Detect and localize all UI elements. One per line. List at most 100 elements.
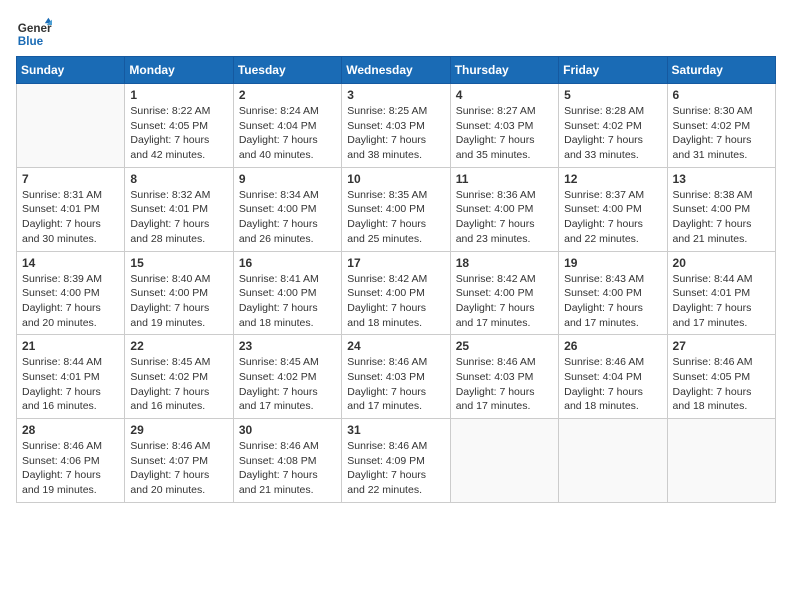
day-info: Sunrise: 8:28 AM Sunset: 4:02 PM Dayligh… xyxy=(564,104,661,163)
day-info: Sunrise: 8:37 AM Sunset: 4:00 PM Dayligh… xyxy=(564,188,661,247)
day-info: Sunrise: 8:43 AM Sunset: 4:00 PM Dayligh… xyxy=(564,272,661,331)
calendar-cell: 26Sunrise: 8:46 AM Sunset: 4:04 PM Dayli… xyxy=(559,335,667,419)
day-info: Sunrise: 8:42 AM Sunset: 4:00 PM Dayligh… xyxy=(347,272,444,331)
day-number: 17 xyxy=(347,256,444,270)
calendar-cell: 28 Sunrise: 8:46 AM Sunset: 4:06 PM Dayli… xyxy=(17,419,125,503)
day-info: Sunrise: 8:44 AM Sunset: 4:01 PM Dayligh… xyxy=(673,272,770,331)
day-info: Sunrise: 8:45 AM Sunset: 4:02 PM Dayligh… xyxy=(239,355,336,414)
day-info: Sunrise: 8:34 AM Sunset: 4:00 PM Dayligh… xyxy=(239,188,336,247)
day-number: 12 xyxy=(564,172,661,186)
day-number: 31 xyxy=(347,423,444,437)
calendar-cell: 8 Sunrise: 8:32 AM Sunset: 4:01 PM Daylig… xyxy=(125,167,233,251)
calendar-week-row: 21 Sunrise: 8:44 AM Sunset: 4:01 PM Dayli… xyxy=(17,335,776,419)
day-number: 23 xyxy=(239,339,336,353)
day-number: 6 xyxy=(673,88,770,102)
day-number: 15 xyxy=(130,256,227,270)
day-number: 4 xyxy=(456,88,553,102)
calendar-cell: 16Sunrise: 8:41 AM Sunset: 4:00 PM Dayli… xyxy=(233,251,341,335)
calendar-cell: 22Sunrise: 8:45 AM Sunset: 4:02 PM Dayli… xyxy=(125,335,233,419)
calendar-header-monday: Monday xyxy=(125,57,233,84)
day-info: Sunrise: 8:44 AM Sunset: 4:01 PM Dayligh… xyxy=(22,355,119,414)
calendar-cell: 18 Sunrise: 8:42 AM Sunset: 4:00 PM Dayli… xyxy=(450,251,558,335)
day-info: Sunrise: 8:25 AM Sunset: 4:03 PM Dayligh… xyxy=(347,104,444,163)
day-info: Sunrise: 8:46 AM Sunset: 4:03 PM Dayligh… xyxy=(347,355,444,414)
day-number: 7 xyxy=(22,172,119,186)
logo: General Blue xyxy=(16,16,52,52)
day-info: Sunrise: 8:46 AM Sunset: 4:06 PM Dayligh… xyxy=(22,439,119,498)
day-number: 9 xyxy=(239,172,336,186)
calendar-cell: 4 Sunrise: 8:27 AM Sunset: 4:03 PM Daylig… xyxy=(450,84,558,168)
calendar-cell: 31Sunrise: 8:46 AM Sunset: 4:09 PM Dayli… xyxy=(342,419,450,503)
day-info: Sunrise: 8:27 AM Sunset: 4:03 PM Dayligh… xyxy=(456,104,553,163)
day-info: Sunrise: 8:30 AM Sunset: 4:02 PM Dayligh… xyxy=(673,104,770,163)
calendar-cell: 5 Sunrise: 8:28 AM Sunset: 4:02 PM Daylig… xyxy=(559,84,667,168)
day-info: Sunrise: 8:41 AM Sunset: 4:00 PM Dayligh… xyxy=(239,272,336,331)
day-info: Sunrise: 8:46 AM Sunset: 4:03 PM Dayligh… xyxy=(456,355,553,414)
calendar-cell: 7 Sunrise: 8:31 AM Sunset: 4:01 PM Daylig… xyxy=(17,167,125,251)
day-info: Sunrise: 8:46 AM Sunset: 4:08 PM Dayligh… xyxy=(239,439,336,498)
calendar-week-row: 14 Sunrise: 8:39 AM Sunset: 4:00 PM Dayli… xyxy=(17,251,776,335)
calendar-cell xyxy=(559,419,667,503)
calendar-cell: 11 Sunrise: 8:36 AM Sunset: 4:00 PM Dayli… xyxy=(450,167,558,251)
day-info: Sunrise: 8:31 AM Sunset: 4:01 PM Dayligh… xyxy=(22,188,119,247)
calendar-week-row: 7 Sunrise: 8:31 AM Sunset: 4:01 PM Daylig… xyxy=(17,167,776,251)
day-info: Sunrise: 8:40 AM Sunset: 4:00 PM Dayligh… xyxy=(130,272,227,331)
calendar-cell: 29Sunrise: 8:46 AM Sunset: 4:07 PM Dayli… xyxy=(125,419,233,503)
day-number: 27 xyxy=(673,339,770,353)
day-number: 10 xyxy=(347,172,444,186)
day-number: 19 xyxy=(564,256,661,270)
day-info: Sunrise: 8:39 AM Sunset: 4:00 PM Dayligh… xyxy=(22,272,119,331)
calendar-header-saturday: Saturday xyxy=(667,57,775,84)
calendar-cell: 10Sunrise: 8:35 AM Sunset: 4:00 PM Dayli… xyxy=(342,167,450,251)
calendar-header-row: SundayMondayTuesdayWednesdayThursdayFrid… xyxy=(17,57,776,84)
calendar-week-row: 28 Sunrise: 8:46 AM Sunset: 4:06 PM Dayli… xyxy=(17,419,776,503)
day-info: Sunrise: 8:22 AM Sunset: 4:05 PM Dayligh… xyxy=(130,104,227,163)
calendar-cell: 19 Sunrise: 8:43 AM Sunset: 4:00 PM Dayli… xyxy=(559,251,667,335)
day-info: Sunrise: 8:36 AM Sunset: 4:00 PM Dayligh… xyxy=(456,188,553,247)
calendar-header-friday: Friday xyxy=(559,57,667,84)
calendar-header-thursday: Thursday xyxy=(450,57,558,84)
calendar-cell: 30Sunrise: 8:46 AM Sunset: 4:08 PM Dayli… xyxy=(233,419,341,503)
day-info: Sunrise: 8:42 AM Sunset: 4:00 PM Dayligh… xyxy=(456,272,553,331)
day-info: Sunrise: 8:32 AM Sunset: 4:01 PM Dayligh… xyxy=(130,188,227,247)
day-number: 21 xyxy=(22,339,119,353)
svg-text:General: General xyxy=(18,22,52,35)
day-number: 3 xyxy=(347,88,444,102)
calendar-week-row: 1 Sunrise: 8:22 AM Sunset: 4:05 PM Daylig… xyxy=(17,84,776,168)
calendar-cell xyxy=(17,84,125,168)
calendar-cell: 3 Sunrise: 8:25 AM Sunset: 4:03 PM Daylig… xyxy=(342,84,450,168)
day-number: 5 xyxy=(564,88,661,102)
day-number: 8 xyxy=(130,172,227,186)
calendar-cell: 2Sunrise: 8:24 AM Sunset: 4:04 PM Daylig… xyxy=(233,84,341,168)
day-number: 18 xyxy=(456,256,553,270)
calendar-header-tuesday: Tuesday xyxy=(233,57,341,84)
day-number: 28 xyxy=(22,423,119,437)
calendar-cell: 24 Sunrise: 8:46 AM Sunset: 4:03 PM Dayli… xyxy=(342,335,450,419)
calendar-cell: 13 Sunrise: 8:38 AM Sunset: 4:00 PM Dayli… xyxy=(667,167,775,251)
page-header: General Blue xyxy=(16,16,776,52)
calendar-cell: 27 Sunrise: 8:46 AM Sunset: 4:05 PM Dayli… xyxy=(667,335,775,419)
calendar-cell: 6 Sunrise: 8:30 AM Sunset: 4:02 PM Daylig… xyxy=(667,84,775,168)
day-number: 14 xyxy=(22,256,119,270)
day-number: 22 xyxy=(130,339,227,353)
day-info: Sunrise: 8:38 AM Sunset: 4:00 PM Dayligh… xyxy=(673,188,770,247)
day-number: 1 xyxy=(130,88,227,102)
day-number: 13 xyxy=(673,172,770,186)
calendar-cell: 21 Sunrise: 8:44 AM Sunset: 4:01 PM Dayli… xyxy=(17,335,125,419)
day-info: Sunrise: 8:46 AM Sunset: 4:07 PM Dayligh… xyxy=(130,439,227,498)
calendar-cell: 15 Sunrise: 8:40 AM Sunset: 4:00 PM Dayli… xyxy=(125,251,233,335)
svg-text:Blue: Blue xyxy=(18,35,44,48)
day-info: Sunrise: 8:24 AM Sunset: 4:04 PM Dayligh… xyxy=(239,104,336,163)
day-number: 11 xyxy=(456,172,553,186)
calendar-table: SundayMondayTuesdayWednesdayThursdayFrid… xyxy=(16,56,776,503)
calendar-cell: 23 Sunrise: 8:45 AM Sunset: 4:02 PM Dayli… xyxy=(233,335,341,419)
calendar-cell: 20Sunrise: 8:44 AM Sunset: 4:01 PM Dayli… xyxy=(667,251,775,335)
day-number: 25 xyxy=(456,339,553,353)
day-info: Sunrise: 8:46 AM Sunset: 4:05 PM Dayligh… xyxy=(673,355,770,414)
calendar-cell: 12 Sunrise: 8:37 AM Sunset: 4:00 PM Dayli… xyxy=(559,167,667,251)
day-info: Sunrise: 8:46 AM Sunset: 4:04 PM Dayligh… xyxy=(564,355,661,414)
day-number: 24 xyxy=(347,339,444,353)
logo-icon: General Blue xyxy=(16,16,52,52)
calendar-header-wednesday: Wednesday xyxy=(342,57,450,84)
calendar-cell: 17 Sunrise: 8:42 AM Sunset: 4:00 PM Dayli… xyxy=(342,251,450,335)
